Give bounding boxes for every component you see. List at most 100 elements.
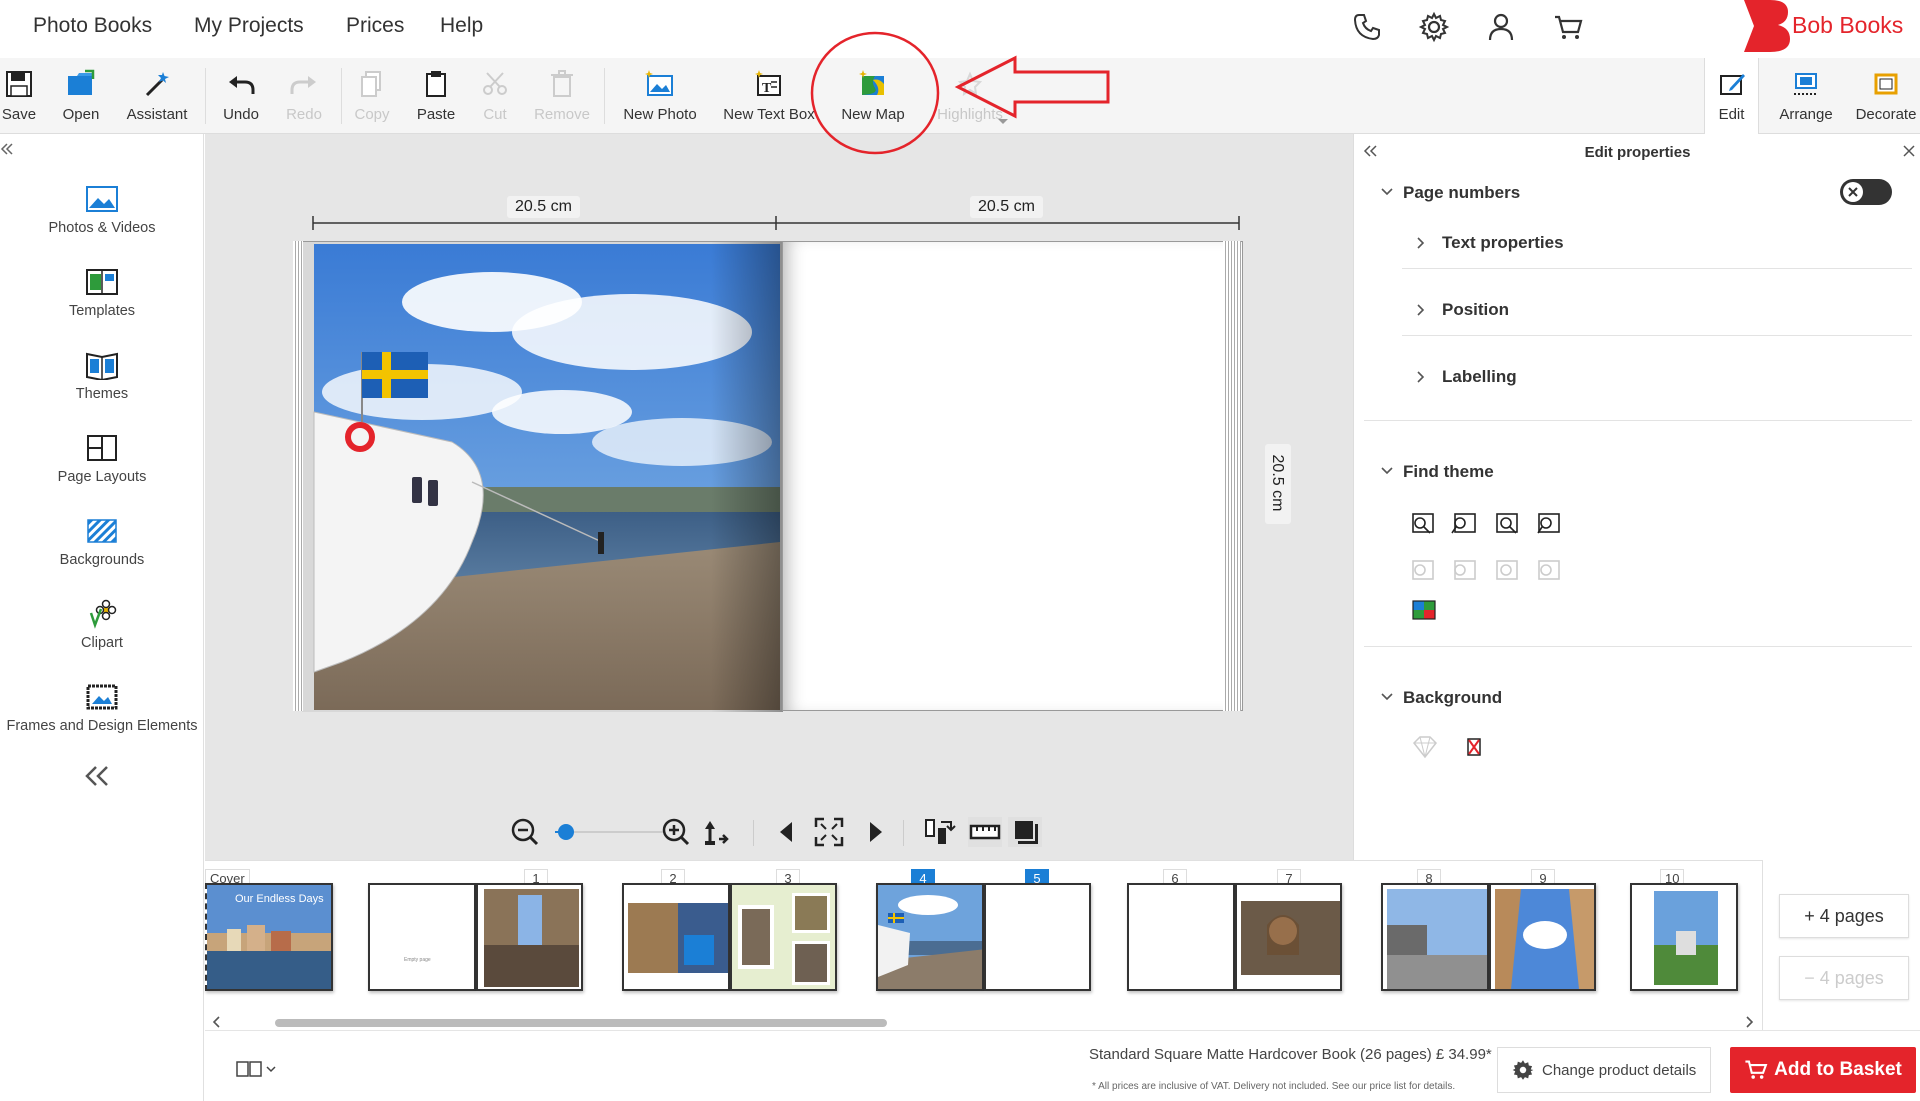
- page-thumb-3[interactable]: [730, 883, 837, 991]
- chevron-down-icon[interactable]: [1380, 692, 1394, 702]
- sidebar-item-themes[interactable]: Themes: [0, 342, 204, 422]
- swap-pages-icon[interactable]: [923, 816, 957, 848]
- collapse-double-chevron-icon[interactable]: [82, 764, 112, 788]
- page-3-photos: [732, 885, 835, 989]
- page-thumb-8[interactable]: [1381, 883, 1489, 991]
- harbor-photo[interactable]: [302, 242, 783, 712]
- page-thumb-7[interactable]: [1235, 883, 1342, 991]
- chevron-right-icon[interactable]: [1416, 236, 1426, 250]
- add-pages-button[interactable]: + 4 pages: [1779, 894, 1909, 938]
- chevron-down-icon[interactable]: [1380, 466, 1394, 476]
- sidebar-item-clipart[interactable]: Clipart: [0, 591, 204, 671]
- save-button[interactable]: Save: [0, 58, 38, 134]
- new-map-button[interactable]: New Map: [838, 58, 908, 134]
- tab-arrange[interactable]: Arrange: [1768, 58, 1844, 134]
- zoom-slider[interactable]: [555, 824, 665, 840]
- section-text-properties[interactable]: Text properties: [1442, 233, 1564, 253]
- remove-button[interactable]: Remove: [531, 58, 593, 134]
- chevron-right-icon[interactable]: [1416, 303, 1426, 317]
- sidebar-item-page-layouts[interactable]: Page Layouts: [0, 425, 204, 505]
- page-thumb-5[interactable]: [984, 883, 1091, 991]
- save-label: Save: [1, 106, 37, 123]
- page-thumb-10[interactable]: [1630, 883, 1738, 991]
- page-numbers-toggle[interactable]: [1840, 179, 1892, 205]
- scroll-right-icon[interactable]: [1745, 1015, 1755, 1029]
- brand-name: Bob Books: [1792, 12, 1904, 38]
- copy-button[interactable]: Copy: [352, 58, 392, 134]
- add-to-basket-button[interactable]: Add to Basket: [1730, 1047, 1916, 1093]
- controls-separator: [903, 820, 904, 846]
- page-thumb-6[interactable]: [1127, 883, 1235, 991]
- assistant-button[interactable]: Assistant: [124, 58, 190, 134]
- cut-button[interactable]: Cut: [475, 58, 515, 134]
- page-7-photo: [1237, 885, 1340, 989]
- nav-prices[interactable]: Prices: [346, 14, 404, 38]
- cover-thumb[interactable]: Our Endless Days: [205, 883, 333, 991]
- left-page[interactable]: [301, 241, 783, 712]
- chevron-right-icon[interactable]: [1416, 370, 1426, 384]
- theme-tool-find-background[interactable]: [1536, 511, 1562, 535]
- theme-tool-palette[interactable]: [1410, 599, 1436, 623]
- page-thumb-4[interactable]: [876, 883, 984, 991]
- nav-my-projects[interactable]: My Projects: [194, 14, 304, 38]
- open-button[interactable]: Open: [56, 58, 106, 134]
- tab-edit[interactable]: Edit: [1704, 58, 1759, 134]
- sidebar-item-frames[interactable]: Frames and Design Elements: [0, 674, 204, 754]
- undo-button[interactable]: Undo: [216, 58, 266, 134]
- chevron-down-icon[interactable]: [997, 118, 1009, 126]
- new-text-box-button[interactable]: T New Text Box: [722, 58, 816, 134]
- nav-help[interactable]: Help: [440, 14, 483, 38]
- diamond-icon[interactable]: [1410, 734, 1440, 760]
- right-page[interactable]: [782, 241, 1243, 711]
- zoom-slider-thumb[interactable]: [558, 824, 574, 840]
- scroll-left-icon[interactable]: [211, 1015, 221, 1029]
- previous-page-icon[interactable]: [776, 820, 796, 844]
- nav-photo-books[interactable]: Photo Books: [33, 14, 152, 38]
- theme-tool-find-photo[interactable]: [1494, 511, 1520, 535]
- section-find-theme[interactable]: Find theme: [1403, 462, 1494, 482]
- phone-icon[interactable]: [1350, 10, 1384, 44]
- cover-title: Our Endless Days: [235, 893, 324, 905]
- page-thumb-2[interactable]: [622, 883, 730, 991]
- sidebar-item-photos-videos[interactable]: Photos & Videos: [0, 176, 204, 256]
- brand-logo[interactable]: Bob Books: [1740, 0, 1920, 52]
- page-thumb-1[interactable]: [476, 883, 583, 991]
- divider: [1364, 420, 1912, 421]
- tab-decorate[interactable]: Decorate: [1852, 58, 1920, 134]
- zoom-in-icon[interactable]: [661, 817, 691, 847]
- filmstrip-scrollbar[interactable]: [275, 1019, 887, 1027]
- section-labelling[interactable]: Labelling: [1442, 367, 1517, 387]
- theme-tool-find[interactable]: [1410, 511, 1436, 535]
- paste-button[interactable]: Paste: [414, 58, 458, 134]
- fit-page-icon[interactable]: [699, 817, 733, 849]
- page-thumb-inside-cover[interactable]: Empty page: [368, 883, 476, 991]
- gear-icon[interactable]: [1417, 10, 1451, 44]
- close-panel-icon[interactable]: [1902, 144, 1916, 158]
- theme-tool-find-text[interactable]: [1452, 511, 1478, 535]
- remove-pages-button[interactable]: − 4 pages: [1779, 956, 1909, 1000]
- change-product-button[interactable]: Change product details: [1497, 1047, 1711, 1093]
- next-page-icon[interactable]: [866, 820, 886, 844]
- zoom-out-icon[interactable]: [510, 817, 540, 847]
- view-mode-icon[interactable]: [235, 1059, 279, 1079]
- page-10-photo: [1632, 885, 1736, 989]
- new-photo-button[interactable]: New Photo: [620, 58, 700, 134]
- cart-icon[interactable]: [1551, 10, 1585, 44]
- remove-background-icon[interactable]: [1464, 736, 1484, 758]
- collapse-sidebar-icon[interactable]: [0, 142, 14, 156]
- section-position[interactable]: Position: [1442, 300, 1509, 320]
- section-background[interactable]: Background: [1403, 688, 1502, 708]
- sidebar-item-templates[interactable]: Templates: [0, 259, 204, 339]
- redo-button[interactable]: Redo: [281, 58, 327, 134]
- sidebar-label: Photos & Videos: [48, 220, 156, 236]
- shadow-toggle-icon[interactable]: [1007, 816, 1043, 848]
- ruler-icon[interactable]: [967, 816, 1003, 848]
- change-product-label: Change product details: [1542, 1061, 1697, 1079]
- user-icon[interactable]: [1484, 10, 1518, 44]
- chevron-down-icon[interactable]: [1380, 187, 1394, 197]
- fullscreen-icon[interactable]: [813, 816, 845, 848]
- section-page-numbers[interactable]: Page numbers: [1403, 183, 1520, 203]
- bottom-bar: Standard Square Matte Hardcover Book (26…: [205, 1030, 1920, 1101]
- page-thumb-9[interactable]: [1489, 883, 1596, 991]
- sidebar-item-backgrounds[interactable]: Backgrounds: [0, 508, 204, 588]
